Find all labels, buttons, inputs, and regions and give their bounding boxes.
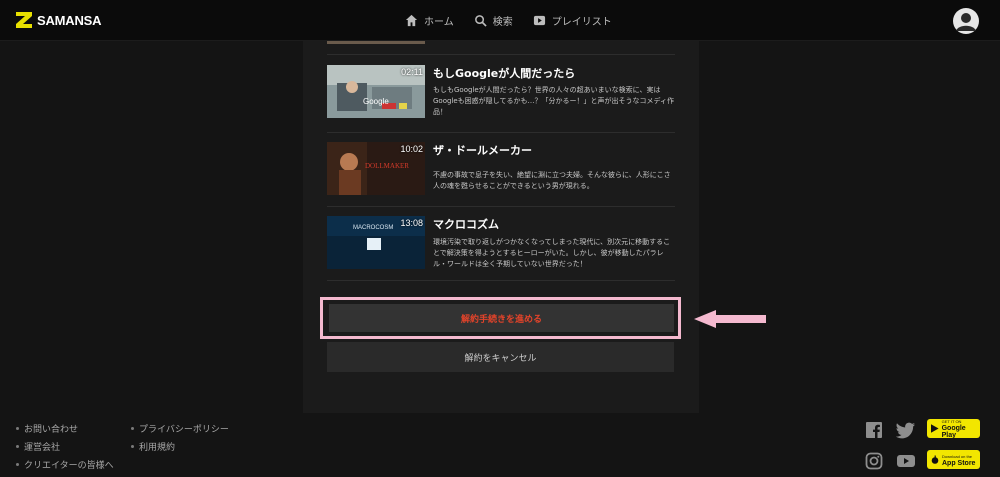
footer: お問い合わせ 運営会社 クリエイターの皆様へ プライバシーポリシー 利用規約 G…: [0, 413, 1000, 477]
bullet-icon: [16, 427, 19, 430]
app-store-main: App Store: [942, 459, 976, 467]
user-avatar-button[interactable]: [953, 8, 979, 34]
video-duration: 13:08: [400, 218, 423, 228]
footer-link-creators[interactable]: クリエイターの皆様へ: [16, 458, 114, 471]
divider: [327, 280, 675, 281]
video-description: 環境汚染で取り返しがつかなくなってしまった現代に、別次元に移動することで解決策を…: [433, 238, 671, 268]
video-description: もしもGoogleが人間だったら？世界の人々の超あいまいな検索に、実はGoogl…: [433, 86, 674, 116]
nav-home[interactable]: ホーム: [405, 13, 454, 28]
search-icon: [474, 15, 487, 27]
previous-video-thumbnail[interactable]: [327, 41, 425, 44]
footer-link-privacy[interactable]: プライバシーポリシー: [131, 422, 229, 435]
footer-link-terms[interactable]: 利用規約: [131, 440, 175, 453]
twitter-icon[interactable]: [896, 421, 916, 439]
thumbnail-text: DOLLMAKER: [365, 162, 409, 170]
google-play-text: GET IT ON Google Play: [942, 418, 980, 439]
google-play-main: Google Play: [941, 425, 966, 439]
footer-link-company[interactable]: 運営会社: [16, 440, 60, 453]
divider: [327, 206, 675, 207]
app-store-badge[interactable]: Download on the App Store: [927, 450, 980, 469]
footer-link-label: 利用規約: [139, 443, 176, 453]
video-title[interactable]: もしGoogleが人間だったら: [433, 65, 575, 81]
nav-home-label: ホーム: [424, 17, 454, 28]
samansa-logo-icon: [16, 12, 32, 28]
google-play-top: GET IT ON: [941, 419, 962, 424]
nav-playlist[interactable]: プレイリスト: [533, 13, 612, 28]
app-store-text: Download on the App Store: [942, 453, 975, 467]
video-thumbnail[interactable]: DOLLMAKER 10:02: [327, 142, 425, 195]
playlist-icon: [533, 15, 545, 26]
video-description: 不慮の事故で息子を失い、絶望に淵に立つ夫婦。そんな彼らに、人形にこさ人の魂を甦ら…: [433, 171, 671, 190]
apple-icon: [931, 455, 939, 464]
bullet-icon: [16, 463, 19, 466]
nav-search-label: 検索: [492, 17, 513, 28]
bullet-icon: [131, 445, 134, 448]
pointer-arrow-icon: [694, 310, 766, 328]
proceed-button-highlight: 解約手続きを進める: [320, 297, 681, 339]
google-play-badge[interactable]: GET IT ON Google Play: [927, 418, 980, 439]
footer-link-label: お問い合わせ: [24, 425, 79, 435]
proceed-cancellation-button[interactable]: 解約手続きを進める: [329, 304, 674, 332]
footer-link-label: 運営会社: [24, 443, 61, 453]
video-item[interactable]: DOLLMAKER 10:02 ザ・ドールメーカー 不慮の事故で息子を失い、絶望…: [327, 142, 675, 204]
samansa-logo[interactable]: SAMANSA: [15, 11, 102, 29]
video-title[interactable]: ザ・ドールメーカー: [433, 142, 532, 158]
header: SAMANSA ホーム 検索 プレイリスト: [0, 0, 1000, 41]
google-play-icon: [931, 424, 939, 433]
thumbnail-text: Google: [363, 97, 389, 106]
video-duration: 02:11: [401, 67, 423, 77]
footer-link-contact[interactable]: お問い合わせ: [16, 422, 78, 435]
nav-search[interactable]: 検索: [474, 13, 513, 28]
bullet-icon: [16, 445, 19, 448]
user-avatar-icon: [956, 13, 976, 31]
video-item[interactable]: Google 02:11 もしGoogleが人間だったら もしもGoogleが人…: [327, 65, 675, 127]
video-thumbnail[interactable]: MACROCOSM 13:08: [327, 216, 425, 269]
youtube-icon[interactable]: [896, 452, 916, 470]
nav-playlist-label: プレイリスト: [551, 17, 612, 28]
facebook-icon[interactable]: [865, 421, 883, 439]
thumbnail-text: MACROCOSM: [353, 225, 393, 231]
keep-subscription-button[interactable]: 解約をキャンセル: [327, 342, 674, 372]
divider: [327, 132, 675, 133]
footer-link-label: クリエイターの皆様へ: [24, 461, 114, 471]
video-duration: 10:02: [400, 144, 423, 154]
bullet-icon: [131, 427, 134, 430]
home-icon: [405, 14, 418, 27]
app-store-top: Download on the: [942, 453, 973, 459]
video-title[interactable]: マクロコズム: [433, 216, 499, 232]
video-thumbnail[interactable]: Google 02:11: [327, 65, 425, 118]
main-nav: ホーム 検索 プレイリスト: [405, 13, 612, 28]
divider: [327, 54, 675, 55]
instagram-icon[interactable]: [865, 452, 883, 470]
video-item[interactable]: MACROCOSM 13:08 マクロコズム 環境汚染で取り返しがつかなくなって…: [327, 216, 675, 278]
footer-link-label: プライバシーポリシー: [139, 425, 229, 435]
logo-text: SAMANSA: [37, 12, 102, 28]
